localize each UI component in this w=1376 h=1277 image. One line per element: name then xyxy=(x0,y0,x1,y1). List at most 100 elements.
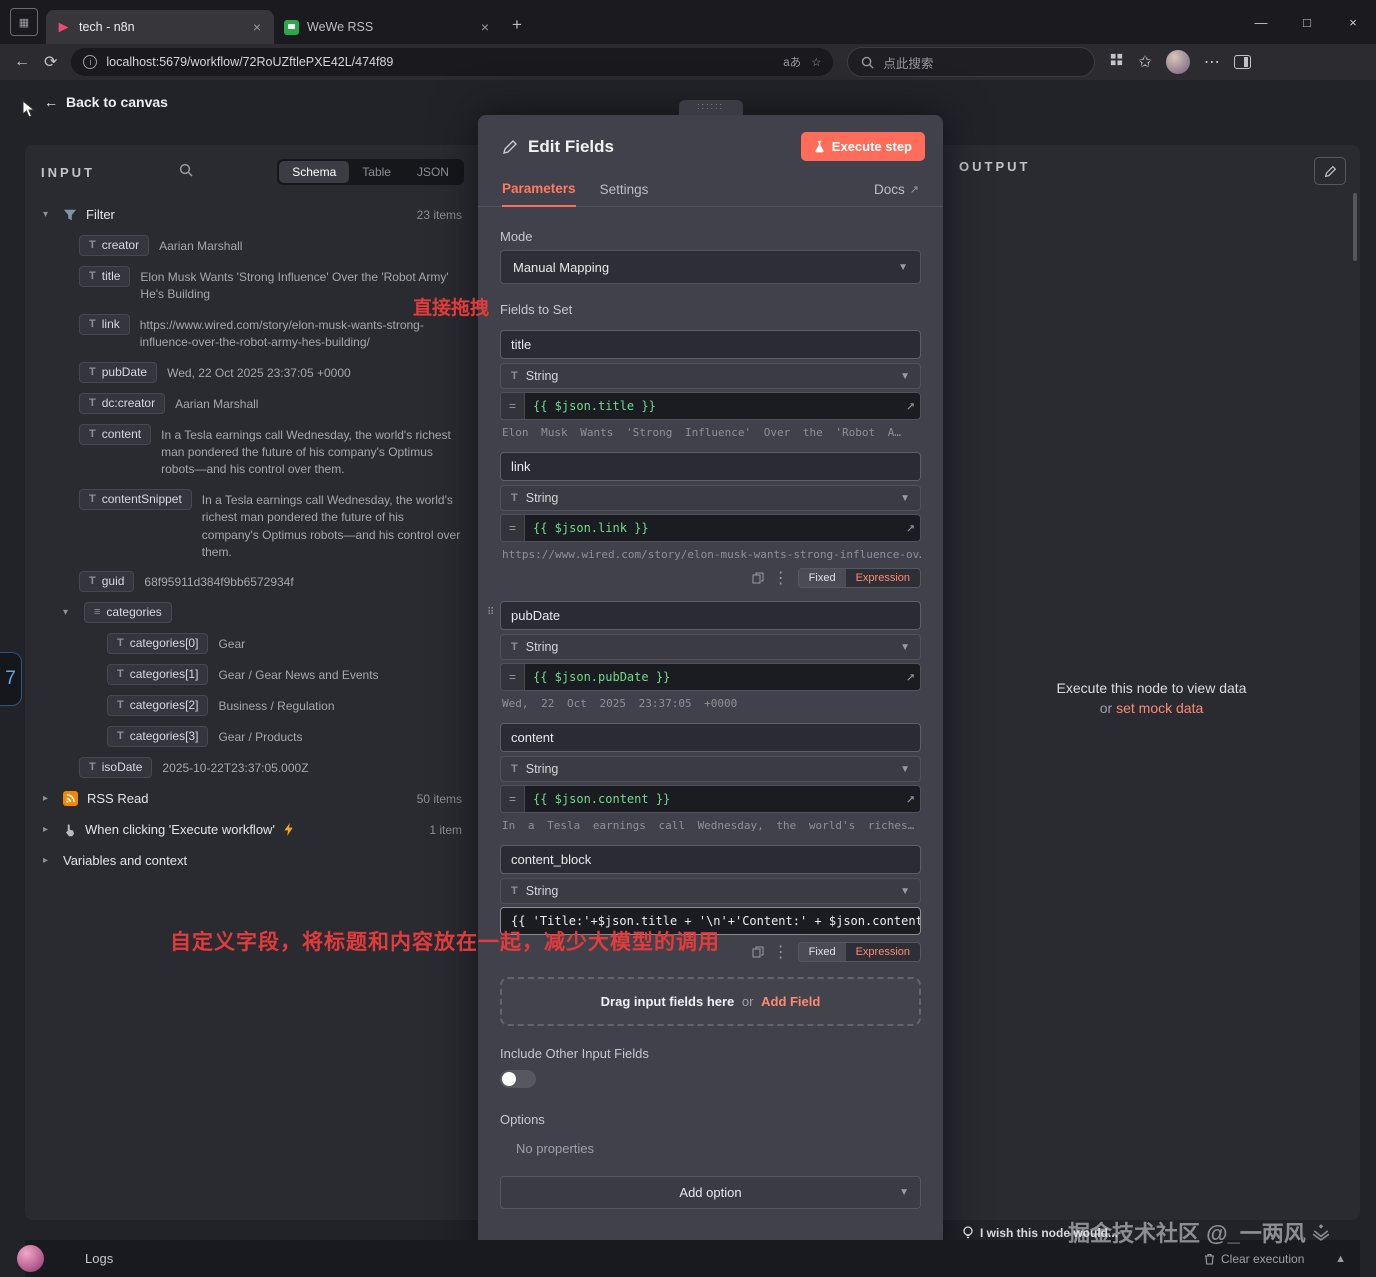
field-key-pill[interactable]: Tcategories[0] xyxy=(107,633,209,655)
more-menu-icon[interactable]: ⋯ xyxy=(1204,52,1220,72)
schema-field-guid[interactable]: Tguid 68f95911d384f9bb6572934f xyxy=(41,566,464,597)
field-key-pill[interactable]: Tlink xyxy=(79,313,130,335)
back-icon[interactable]: ← xyxy=(14,53,30,71)
chevron-down-icon[interactable]: ▾ xyxy=(63,607,74,618)
sidebar-toggle-icon[interactable] xyxy=(1233,55,1251,69)
scrollbar-thumb[interactable] xyxy=(1353,193,1357,261)
field-key-pill[interactable]: ≡ categories xyxy=(84,602,172,624)
chevron-up-icon[interactable]: ▲ xyxy=(1335,1253,1346,1265)
node-manual-trigger[interactable]: ▸ When clicking 'Execute workflow' 1 ite… xyxy=(41,814,464,845)
expression-text[interactable]: {{ $json.content }} xyxy=(525,786,900,812)
expand-expression-icon[interactable] xyxy=(900,393,920,419)
close-window-button[interactable]: × xyxy=(1330,0,1376,44)
schema-field-categories-1[interactable]: Tcategories[1] Gear / Gear News and Even… xyxy=(41,659,464,690)
field-expression-input[interactable]: = {{ $json.link }} xyxy=(500,514,921,542)
docked-tab-badge[interactable]: 7 xyxy=(0,652,22,706)
field-key-pill[interactable]: Tcategories[2] xyxy=(107,695,209,717)
add-option-select[interactable]: Add option ▼ xyxy=(500,1176,921,1209)
schema-field-categories-3[interactable]: Tcategories[3] Gear / Products xyxy=(41,721,464,752)
schema-field-categories-0[interactable]: Tcategories[0] Gear xyxy=(41,628,464,659)
field-expression-input[interactable]: = {{ $json.title }} xyxy=(500,392,921,420)
expression-text[interactable]: {{ $json.pubDate }} xyxy=(525,664,900,690)
include-other-toggle[interactable] xyxy=(500,1070,536,1088)
schema-field-dccreator[interactable]: Tdc:creator Aarian Marshall xyxy=(41,388,464,419)
node-variables-context[interactable]: ▸ Variables and context xyxy=(41,845,464,876)
browser-tab-n8n[interactable]: tech - n8n × xyxy=(46,10,274,44)
field-type-select[interactable]: T String ▼ xyxy=(500,363,921,389)
clear-execution-button[interactable]: Clear execution xyxy=(1204,1252,1304,1266)
edit-output-button[interactable] xyxy=(1314,157,1346,185)
search-box[interactable]: 点此搜索 xyxy=(847,47,1096,77)
expression-text[interactable]: {{ 'Title:'+$json.title + '\n'+'Content:… xyxy=(501,908,920,934)
field-type-select[interactable]: T String ▼ xyxy=(500,634,921,660)
schema-field-isodate[interactable]: TisoDate 2025-10-22T23:37:05.000Z xyxy=(41,752,464,783)
input-search-icon[interactable] xyxy=(179,163,193,182)
browser-tab-wewe[interactable]: WeWe RSS × xyxy=(274,10,502,44)
expand-expression-icon[interactable] xyxy=(900,664,920,690)
chevron-right-icon[interactable]: ▸ xyxy=(43,824,54,835)
field-name-input[interactable]: content_block xyxy=(500,845,921,874)
tab-actions-icon[interactable]: ▦ xyxy=(10,8,38,36)
mode-select[interactable]: Manual Mapping ▼ xyxy=(500,250,921,284)
field-name-input[interactable]: pubDate xyxy=(500,601,921,630)
tab-table[interactable]: Table xyxy=(349,161,404,183)
browser-profile-avatar[interactable] xyxy=(1165,50,1190,74)
maximize-button[interactable]: □ xyxy=(1284,0,1330,44)
drag-grip-icon[interactable]: ⠿ xyxy=(487,607,494,618)
field-expression-input[interactable]: = {{ $json.pubDate }} xyxy=(500,663,921,691)
field-type-select[interactable]: T String ▼ xyxy=(500,878,921,904)
field-key-pill[interactable]: Tcreator xyxy=(79,235,150,256)
back-to-canvas[interactable]: ← Back to canvas xyxy=(44,94,168,110)
chevron-right-icon[interactable]: ▸ xyxy=(43,855,54,866)
field-key-pill[interactable]: TpubDate xyxy=(79,361,158,383)
field-key-pill[interactable]: Tcategories[3] xyxy=(107,726,209,748)
more-options-icon[interactable]: ⋮ xyxy=(773,942,789,962)
favorites-bar-icon[interactable]: ✩ xyxy=(1138,52,1151,72)
field-key-pill[interactable]: Tguid xyxy=(79,571,135,593)
field-expression-input[interactable]: = {{ $json.content }} xyxy=(500,785,921,813)
schema-field-categories[interactable]: ▾ ≡ categories xyxy=(41,597,464,628)
copy-icon[interactable] xyxy=(752,572,764,584)
field-type-select[interactable]: T String ▼ xyxy=(500,756,921,782)
schema-field-content[interactable]: Tcontent In a Tesla earnings call Wednes… xyxy=(41,419,464,484)
schema-field-contentsnippet[interactable]: TcontentSnippet In a Tesla earnings call… xyxy=(41,484,464,567)
drag-drop-zone[interactable]: Drag input fields here or Add Field xyxy=(500,977,921,1026)
docs-link[interactable]: Docs ↗ xyxy=(874,172,919,206)
favorite-star-icon[interactable]: ☆ xyxy=(811,55,821,69)
toggle-expression[interactable]: Expression xyxy=(845,569,920,587)
tab-parameters[interactable]: Parameters xyxy=(502,171,576,207)
node-filter[interactable]: ▾ Filter 23 items xyxy=(41,199,464,230)
tab-json[interactable]: JSON xyxy=(404,161,462,183)
refresh-icon[interactable]: ⟳ xyxy=(44,52,57,72)
field-expression-input[interactable]: {{ 'Title:'+$json.title + '\n'+'Content:… xyxy=(500,907,921,935)
execute-step-button[interactable]: Execute step xyxy=(800,132,925,161)
tab-close-icon[interactable]: × xyxy=(250,19,264,35)
field-key-pill[interactable]: TisoDate xyxy=(79,757,153,779)
set-mock-data-link[interactable]: set mock data xyxy=(1116,700,1203,716)
toggle-expression[interactable]: Expression xyxy=(845,943,920,961)
extensions-icon[interactable] xyxy=(1109,52,1124,72)
schema-field-categories-2[interactable]: Tcategories[2] Business / Regulation xyxy=(41,690,464,721)
field-key-pill[interactable]: Tcategories[1] xyxy=(107,664,209,686)
expand-expression-icon[interactable] xyxy=(900,515,920,541)
field-name-input[interactable]: link xyxy=(500,452,921,481)
add-field-link[interactable]: Add Field xyxy=(761,994,820,1009)
expand-expression-icon[interactable] xyxy=(900,786,920,812)
schema-field-pubdate[interactable]: TpubDate Wed, 22 Oct 2025 23:37:05 +0000 xyxy=(41,357,464,388)
copy-icon[interactable] xyxy=(752,946,764,958)
modal-drag-handle[interactable]: :::::: xyxy=(678,100,743,115)
field-type-select[interactable]: T String ▼ xyxy=(500,485,921,511)
url-bar[interactable]: i localhost:5679/workflow/72RoUZftlePXE4… xyxy=(71,48,834,76)
schema-field-link[interactable]: Tlink https://www.wired.com/story/elon-m… xyxy=(41,309,464,357)
node-rss-read[interactable]: ▸ RSS Read 50 items xyxy=(41,783,464,814)
minimize-button[interactable]: — xyxy=(1238,0,1284,44)
tab-close-icon[interactable]: × xyxy=(478,19,492,35)
tab-settings[interactable]: Settings xyxy=(600,172,649,206)
field-key-pill[interactable]: Tdc:creator xyxy=(79,392,166,414)
user-avatar[interactable] xyxy=(17,1245,44,1272)
translate-icon[interactable]: aあ xyxy=(783,54,801,70)
field-name-input[interactable]: title xyxy=(500,330,921,359)
field-key-pill[interactable]: Tcontent xyxy=(79,423,152,445)
chevron-down-icon[interactable]: ▾ xyxy=(43,209,54,220)
new-tab-button[interactable]: + xyxy=(502,10,532,40)
